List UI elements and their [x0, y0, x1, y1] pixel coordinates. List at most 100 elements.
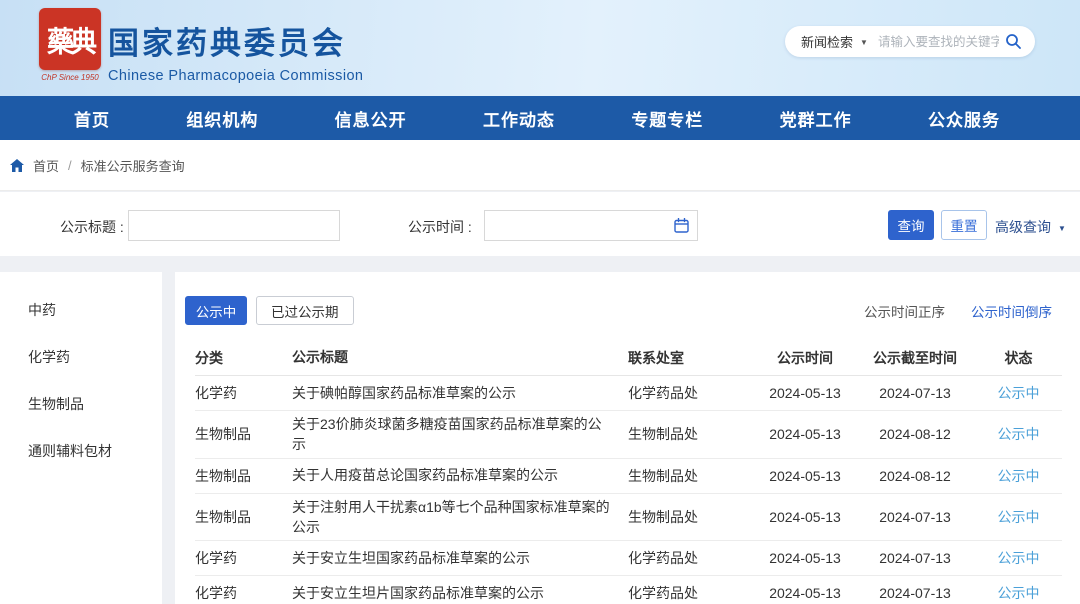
header-publish-date: 公示时间 — [755, 348, 855, 368]
cell-title[interactable]: 关于安立生坦国家药品标准草案的公示 — [292, 548, 628, 568]
breadcrumb-current: 标准公示服务查询 — [81, 156, 185, 175]
sidebar-item-biologics[interactable]: 生物制品 — [0, 381, 162, 428]
sidebar-item-general-excipients[interactable]: 通则辅料包材 — [0, 428, 162, 475]
cell-status[interactable]: 公示中 — [975, 424, 1062, 444]
page: 藥典 ChP Since 1950 国家药典委员会 Chinese Pharma… — [0, 0, 1080, 604]
header-title: 公示标题 — [292, 347, 628, 367]
cell-publish-date: 2024-05-13 — [755, 550, 855, 566]
table-row: 生物制品 关于23价肺炎球菌多糖疫苗国家药品标准草案的公示 生物制品处 2024… — [195, 411, 1062, 459]
header-department: 联系处室 — [628, 348, 755, 368]
reset-button[interactable]: 重置 — [941, 210, 987, 240]
cell-category: 化学药 — [195, 583, 292, 603]
sort-links: 公示时间正序 公示时间倒序 — [864, 301, 1052, 321]
main-nav: 首页 组织机构 信息公开 工作动态 专题专栏 党群工作 公众服务 — [0, 96, 1080, 140]
seal-caption: ChP Since 1950 — [34, 73, 106, 82]
cell-category: 生物制品 — [195, 507, 292, 527]
cell-deadline: 2024-07-13 — [855, 385, 975, 401]
publicity-table: 分类 公示标题 联系处室 公示时间 公示截至时间 状态 化学药 关于碘帕醇国家药… — [195, 340, 1062, 604]
title-filter-input[interactable] — [128, 210, 340, 241]
nav-item-special-topics[interactable]: 专题专栏 — [631, 106, 703, 131]
sidebar-item-tcm[interactable]: 中药 — [0, 287, 162, 334]
advanced-query-button[interactable]: 高级查询 ▼ — [995, 217, 1066, 237]
category-sidebar: 中药 化学药 生物制品 通则辅料包材 — [0, 272, 162, 604]
house-icon[interactable] — [10, 159, 24, 172]
cell-publish-date: 2024-05-13 — [755, 385, 855, 401]
cell-publish-date: 2024-05-13 — [755, 426, 855, 442]
site-title-block: 国家药典委员会 Chinese Pharmacopoeia Commission — [108, 18, 363, 84]
cell-publish-date: 2024-05-13 — [755, 509, 855, 525]
advanced-query-label: 高级查询 — [995, 217, 1051, 237]
cell-department: 化学药品处 — [628, 383, 755, 403]
tabs-row: 公示中 已过公示期 公示时间正序 公示时间倒序 — [185, 296, 1062, 325]
table-header-row: 分类 公示标题 联系处室 公示时间 公示截至时间 状态 — [195, 340, 1062, 376]
time-filter-field — [484, 210, 698, 241]
cell-status[interactable]: 公示中 — [975, 383, 1062, 403]
tab-expired-publicity[interactable]: 已过公示期 — [256, 296, 354, 325]
cell-status[interactable]: 公示中 — [975, 466, 1062, 486]
cell-publish-date: 2024-05-13 — [755, 468, 855, 484]
nav-item-public-service[interactable]: 公众服务 — [928, 106, 1000, 131]
cell-deadline: 2024-08-12 — [855, 468, 975, 484]
header-status: 状态 — [975, 348, 1062, 368]
search-category-select[interactable]: 新闻检索 — [801, 32, 853, 51]
cell-publish-date: 2024-05-13 — [755, 585, 855, 601]
site-search[interactable]: 新闻检索 ▼ — [785, 26, 1035, 57]
cell-department: 生物制品处 — [628, 424, 755, 444]
cell-deadline: 2024-07-13 — [855, 550, 975, 566]
cell-title[interactable]: 关于人用疫苗总论国家药品标准草案的公示 — [292, 465, 628, 485]
nav-item-home[interactable]: 首页 — [74, 106, 110, 131]
site-header: 藥典 ChP Since 1950 国家药典委员会 Chinese Pharma… — [0, 0, 1080, 96]
cell-category: 化学药 — [195, 548, 292, 568]
time-filter-input[interactable] — [485, 218, 674, 233]
site-logo[interactable]: 藥典 ChP Since 1950 — [34, 8, 106, 82]
cell-deadline: 2024-08-12 — [855, 426, 975, 442]
sidebar-item-chemical-drugs[interactable]: 化学药 — [0, 334, 162, 381]
sort-time-ascending[interactable]: 公示时间正序 — [864, 301, 945, 321]
cell-department: 化学药品处 — [628, 583, 755, 603]
cell-status[interactable]: 公示中 — [975, 548, 1062, 568]
cell-category: 生物制品 — [195, 466, 292, 486]
breadcrumb-separator: / — [68, 158, 72, 173]
query-button[interactable]: 查询 — [888, 210, 934, 240]
cell-title[interactable]: 关于碘帕醇国家药品标准草案的公示 — [292, 383, 628, 403]
table-row: 生物制品 关于注射用人干扰素α1b等七个品种国家标准草案的公示 生物制品处 20… — [195, 494, 1062, 542]
filter-bar: 公示标题 : 公示时间 : 查询 重置 高级查询 ▼ — [0, 192, 1080, 256]
seal-logo-icon: 藥典 — [39, 8, 101, 70]
nav-item-organization[interactable]: 组织机构 — [186, 106, 258, 131]
cell-title[interactable]: 关于23价肺炎球菌多糖疫苗国家药品标准草案的公示 — [292, 414, 628, 455]
results-panel: 公示中 已过公示期 公示时间正序 公示时间倒序 分类 公示标题 联系处室 公示时… — [175, 272, 1080, 604]
cell-department: 生物制品处 — [628, 466, 755, 486]
cell-deadline: 2024-07-13 — [855, 509, 975, 525]
cell-department: 生物制品处 — [628, 507, 755, 527]
cell-department: 化学药品处 — [628, 548, 755, 568]
cell-title[interactable]: 关于安立生坦片国家药品标准草案的公示 — [292, 583, 628, 603]
header-category: 分类 — [195, 348, 292, 368]
caret-down-icon[interactable]: ▼ — [860, 38, 868, 47]
nav-item-party-work[interactable]: 党群工作 — [780, 106, 852, 131]
table-row: 化学药 关于碘帕醇国家药品标准草案的公示 化学药品处 2024-05-13 20… — [195, 376, 1062, 411]
header-deadline: 公示截至时间 — [855, 348, 975, 368]
breadcrumb-home[interactable]: 首页 — [33, 156, 59, 175]
search-icon[interactable] — [1005, 33, 1022, 50]
caret-down-icon: ▼ — [1058, 224, 1066, 233]
table-row: 生物制品 关于人用疫苗总论国家药品标准草案的公示 生物制品处 2024-05-1… — [195, 459, 1062, 494]
search-input[interactable] — [878, 35, 999, 49]
cell-deadline: 2024-07-13 — [855, 585, 975, 601]
tab-in-publicity[interactable]: 公示中 — [185, 296, 247, 325]
cell-category: 生物制品 — [195, 424, 292, 444]
time-filter-label: 公示时间 : — [408, 217, 472, 237]
table-row: 化学药 关于安立生坦片国家药品标准草案的公示 化学药品处 2024-05-13 … — [195, 576, 1062, 604]
cell-status[interactable]: 公示中 — [975, 583, 1062, 603]
site-subtitle: Chinese Pharmacopoeia Commission — [108, 68, 363, 84]
title-filter-label: 公示标题 : — [60, 217, 124, 237]
calendar-icon[interactable] — [674, 218, 689, 233]
cell-category: 化学药 — [195, 383, 292, 403]
seal-characters: 藥典 — [47, 19, 93, 60]
table-row: 化学药 关于安立生坦国家药品标准草案的公示 化学药品处 2024-05-13 2… — [195, 541, 1062, 576]
nav-item-work-news[interactable]: 工作动态 — [483, 106, 555, 131]
cell-status[interactable]: 公示中 — [975, 507, 1062, 527]
nav-item-info-disclosure[interactable]: 信息公开 — [335, 106, 407, 131]
site-title: 国家药典委员会 — [108, 18, 363, 63]
sort-time-descending[interactable]: 公示时间倒序 — [971, 301, 1052, 321]
cell-title[interactable]: 关于注射用人干扰素α1b等七个品种国家标准草案的公示 — [292, 497, 628, 538]
